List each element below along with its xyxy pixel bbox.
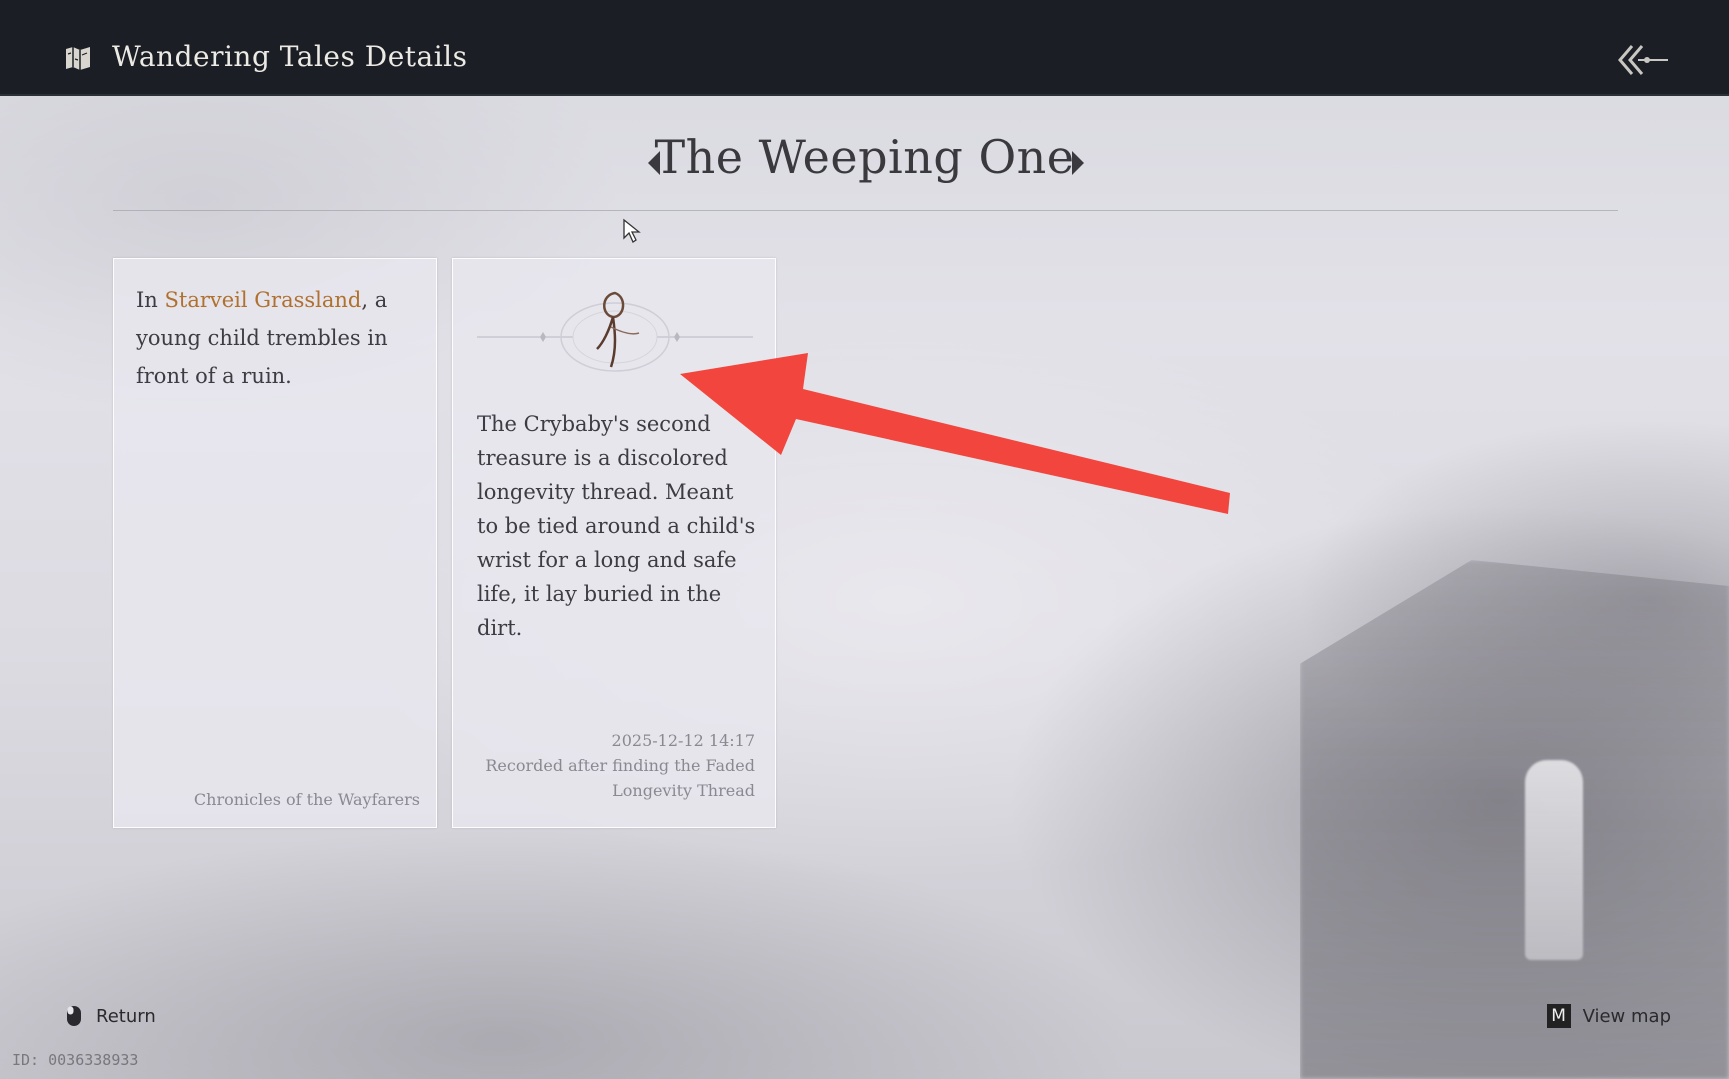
back-button[interactable] xyxy=(1616,40,1670,80)
timestamp: 2025-12-12 14:17 xyxy=(611,731,755,750)
return-label: Return xyxy=(96,1005,156,1027)
tale-title: The Weeping One xyxy=(654,130,1075,184)
card-text: In Starveil Grassland, a young child tre… xyxy=(136,288,388,388)
card-meta: 2025-12-12 14:17 Recorded after finding … xyxy=(465,728,755,803)
place-link[interactable]: Starveil Grassland xyxy=(165,288,362,312)
header-divider xyxy=(113,210,1618,211)
view-map-label: View map xyxy=(1582,1005,1671,1027)
background-building xyxy=(1300,560,1729,1079)
mouse-cursor-icon xyxy=(623,218,641,243)
tale-card-intro[interactable]: In Starveil Grassland, a young child tre… xyxy=(113,258,437,828)
recorded-note: Recorded after finding the Faded Longevi… xyxy=(485,756,755,800)
map-icon xyxy=(66,47,90,70)
tale-header: The Weeping One xyxy=(0,130,1729,200)
card-text: The Crybaby's second treasure is a disco… xyxy=(477,412,756,640)
id-watermark: ID: 0036338933 xyxy=(12,1051,139,1069)
view-map-button[interactable]: M View map xyxy=(1546,1003,1671,1029)
mouse-icon xyxy=(67,1006,81,1026)
tale-card-item[interactable]: The Crybaby's second treasure is a disco… xyxy=(452,258,776,828)
background-figure xyxy=(1525,760,1583,960)
page-title: Wandering Tales Details xyxy=(112,40,468,73)
caret-right-icon[interactable] xyxy=(1067,148,1089,178)
top-bar: Wandering Tales Details xyxy=(0,0,1729,96)
card-source: Chronicles of the Wayfarers xyxy=(193,790,420,809)
longevity-thread-icon xyxy=(477,291,753,372)
return-button[interactable]: Return xyxy=(66,1003,156,1029)
key-m-icon: M xyxy=(1546,1004,1571,1028)
